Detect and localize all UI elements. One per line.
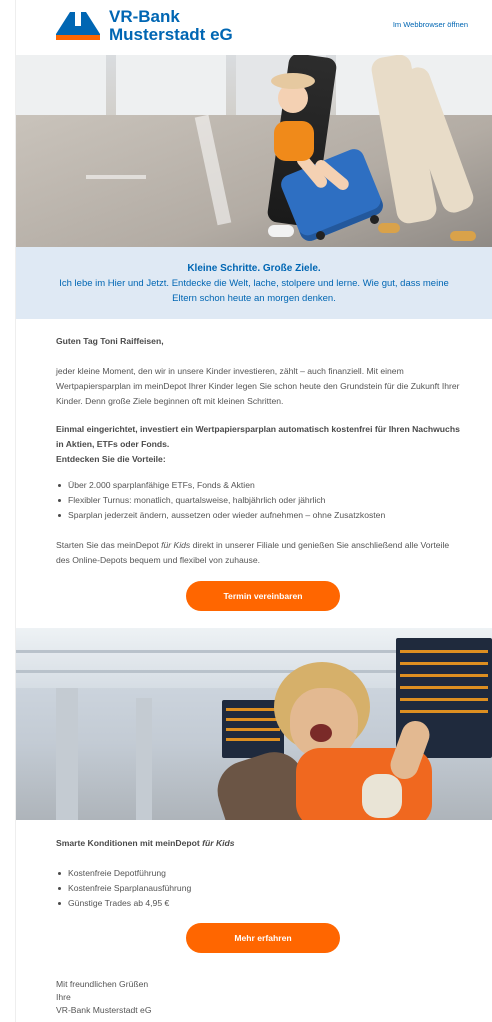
- board-row: [400, 650, 488, 653]
- learn-more-button[interactable]: Mehr erfahren: [186, 923, 340, 953]
- email-viewport: VR-Bank Musterstadt eG Im Webbrowser öff…: [0, 0, 492, 1022]
- signature-line: Mit freundlichen Grüßen: [56, 979, 149, 989]
- child-hat: [271, 73, 315, 89]
- list-item: Kostenfreie Depotführung: [58, 866, 460, 881]
- greeting-text: Guten Tag Toni Raiffeisen,: [56, 336, 164, 346]
- board-row: [226, 718, 280, 721]
- conditions-title-start: Smarte Konditionen mit meinDepot: [56, 838, 203, 848]
- floor-marking: [86, 175, 146, 179]
- pillar: [56, 688, 78, 820]
- logo-shape-right: [86, 12, 100, 34]
- board-row: [400, 674, 488, 677]
- plush-toy: [362, 774, 402, 818]
- hero-image-airport-suitcase: [16, 55, 492, 247]
- closing-text-start: Starten Sie das meinDepot: [56, 540, 162, 550]
- logo-shape-left: [56, 12, 70, 34]
- board-row: [400, 710, 488, 713]
- list-item: Günstige Trades ab 4,95 €: [58, 896, 460, 911]
- board-row: [226, 708, 280, 711]
- open-in-browser-link[interactable]: Im Webbrowser öffnen: [393, 20, 468, 29]
- hero-image-airport-child: [16, 628, 492, 820]
- window-panel: [16, 55, 106, 115]
- board-row: [400, 662, 488, 665]
- conditions-title-emphasis: für Kids: [202, 838, 235, 848]
- bank-logo-icon[interactable]: [56, 12, 100, 40]
- sandal: [450, 231, 476, 241]
- child-laughing-mouth: [310, 724, 332, 742]
- window-panel: [116, 55, 226, 115]
- bank-name: VR-Bank Musterstadt eG: [109, 8, 233, 44]
- bank-name-line2: Musterstadt eG: [109, 25, 233, 44]
- signature: Mit freundlichen Grüßen Ihre VR-Bank Mus…: [56, 978, 152, 1017]
- conditions-list: Kostenfreie Depotführung Kostenfreie Spa…: [56, 866, 460, 911]
- benefits-list: Über 2.000 sparplanfähige ETFs, Fonds & …: [56, 478, 460, 523]
- tagline-band: Kleine Schritte. Große Ziele. Ich lebe i…: [16, 247, 492, 319]
- signature-line: Ihre: [56, 992, 71, 1002]
- tagline-text: Ich lebe im Hier und Jetzt. Entdecke die…: [59, 278, 449, 304]
- pillar: [136, 698, 152, 820]
- logo-orange-stripe: [56, 35, 100, 40]
- sneaker: [268, 225, 294, 237]
- suitcase-wheel: [316, 231, 325, 240]
- conditions-heading: Smarte Konditionen mit meinDepot für Kid…: [56, 836, 460, 851]
- sandal: [378, 223, 400, 233]
- closing-paragraph: Starten Sie das meinDepot für Kids direk…: [56, 538, 460, 568]
- list-item: Kostenfreie Sparplanausführung: [58, 881, 460, 896]
- signature-line: VR-Bank Musterstadt eG: [56, 1005, 152, 1015]
- newsletter-email: VR-Bank Musterstadt eG Im Webbrowser öff…: [16, 0, 492, 1022]
- email-header: VR-Bank Musterstadt eG Im Webbrowser öff…: [16, 0, 492, 55]
- board-row: [400, 686, 488, 689]
- logo-shape-center: [75, 12, 81, 26]
- list-item: Sparplan jederzeit ändern, aussetzen ode…: [58, 508, 460, 523]
- intro-paragraph: jeder kleine Moment, den wir in unsere K…: [56, 366, 460, 406]
- board-row: [400, 698, 488, 701]
- benefits-heading: Entdecken Sie die Vorteile:: [56, 454, 166, 464]
- list-item: Über 2.000 sparplanfähige ETFs, Fonds & …: [58, 478, 460, 493]
- board-row: [226, 738, 280, 741]
- benefits-intro-bold: Einmal eingerichtet, investiert ein Wert…: [56, 424, 460, 449]
- book-appointment-button[interactable]: Termin vereinbaren: [186, 581, 340, 611]
- benefits-intro: Einmal eingerichtet, investiert ein Wert…: [56, 422, 460, 467]
- list-item: Flexibler Turnus: monatlich, quartalswei…: [58, 493, 460, 508]
- closing-text-emphasis: für Kids: [161, 540, 191, 550]
- board-row: [226, 728, 280, 731]
- tagline-title: Kleine Schritte. Große Ziele.: [187, 263, 321, 274]
- greeting: Guten Tag Toni Raiffeisen,: [56, 334, 460, 349]
- bank-name-line1: VR-Bank: [109, 7, 180, 26]
- suitcase-wheel: [370, 215, 379, 224]
- child-orange-dress: [274, 121, 314, 161]
